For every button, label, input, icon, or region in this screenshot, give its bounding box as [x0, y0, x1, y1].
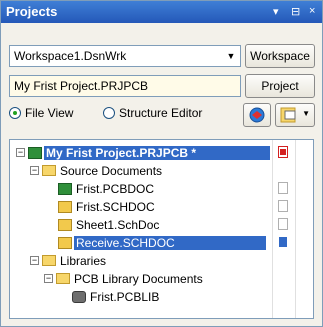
folder-icon	[42, 165, 56, 176]
folder-icon	[56, 273, 70, 284]
project-field-value: My Frist Project.PRJPCB	[14, 79, 149, 93]
structure-editor-radio[interactable]	[103, 107, 115, 119]
chevron-down-icon[interactable]: ▼	[302, 109, 310, 118]
collapse-icon[interactable]: −	[30, 256, 39, 265]
panel-title: Projects	[6, 4, 58, 19]
workspace-button[interactable]: Workspace	[245, 44, 315, 68]
modified-icon	[278, 146, 288, 158]
document-status-icon	[278, 182, 288, 194]
tree-row-lib-file[interactable]: Frist.PCBLIB	[10, 288, 313, 306]
collapse-icon[interactable]: −	[44, 274, 53, 283]
tree-project-label[interactable]: My Frist Project.PRJPCB *	[44, 146, 270, 160]
project-button[interactable]: Project	[245, 74, 315, 98]
projects-panel: Projects ▾ ⊟ × Workspace1.DsnWrk ▼ Works…	[0, 0, 323, 327]
file-view-label[interactable]: File View	[25, 106, 73, 120]
chevron-down-icon[interactable]: ▼	[222, 46, 240, 66]
tree-row-libraries[interactable]: − Libraries	[10, 252, 313, 270]
schematic-doc-icon	[58, 201, 72, 213]
tree-folder-label[interactable]: PCB Library Documents	[74, 272, 203, 286]
tree-row-doc[interactable]: Frist.SCHDOC	[10, 198, 313, 216]
document-status-icon	[278, 236, 288, 248]
workspace-combo[interactable]: Workspace1.DsnWrk ▼	[9, 45, 241, 67]
tree-doc-label[interactable]: Receive.SCHDOC	[74, 236, 266, 250]
project-options-button[interactable]: ▼	[275, 103, 315, 127]
project-tree[interactable]: − My Frist Project.PRJPCB * − Source Doc…	[9, 139, 314, 319]
panel-pin-button[interactable]: ⊟	[291, 5, 300, 18]
collapse-icon[interactable]: −	[30, 166, 39, 175]
documents-icon	[280, 107, 296, 123]
document-status-icon	[278, 218, 288, 230]
tree-doc-label[interactable]: Frist.PCBDOC	[76, 182, 154, 196]
layers-icon	[249, 107, 265, 123]
structure-editor-label[interactable]: Structure Editor	[119, 106, 202, 120]
file-view-radio[interactable]	[9, 107, 21, 119]
pcb-library-icon	[72, 291, 86, 303]
document-status-icon	[278, 200, 288, 212]
collapse-icon[interactable]: −	[16, 148, 25, 157]
tree-row-pcb-library-documents[interactable]: − PCB Library Documents	[10, 270, 313, 288]
compile-button[interactable]	[243, 103, 271, 127]
tree-folder-label[interactable]: Source Documents	[60, 164, 162, 178]
tree-row-project[interactable]: − My Frist Project.PRJPCB *	[10, 144, 313, 162]
panel-menu-button[interactable]: ▾	[273, 5, 279, 18]
tree-doc-label[interactable]: Frist.SCHDOC	[76, 200, 155, 214]
panel-titlebar: Projects ▾ ⊟ ×	[1, 1, 322, 23]
schematic-doc-icon	[58, 219, 72, 231]
project-field[interactable]: My Frist Project.PRJPCB	[9, 75, 241, 97]
tree-folder-label[interactable]: Libraries	[60, 254, 106, 268]
tree-row-source-documents[interactable]: − Source Documents	[10, 162, 313, 180]
panel-close-button[interactable]: ×	[309, 5, 315, 17]
tree-row-doc[interactable]: Frist.PCBDOC	[10, 180, 313, 198]
project-icon	[28, 147, 42, 159]
tree-doc-label[interactable]: Frist.PCBLIB	[90, 290, 159, 304]
workspace-combo-value: Workspace1.DsnWrk	[14, 49, 127, 63]
tree-row-doc-selected[interactable]: Receive.SCHDOC	[10, 234, 313, 252]
folder-icon	[42, 255, 56, 266]
pcb-doc-icon	[58, 183, 72, 195]
tree-row-doc[interactable]: Sheet1.SchDoc	[10, 216, 313, 234]
schematic-doc-icon	[58, 237, 72, 249]
tree-doc-label[interactable]: Sheet1.SchDoc	[76, 218, 159, 232]
